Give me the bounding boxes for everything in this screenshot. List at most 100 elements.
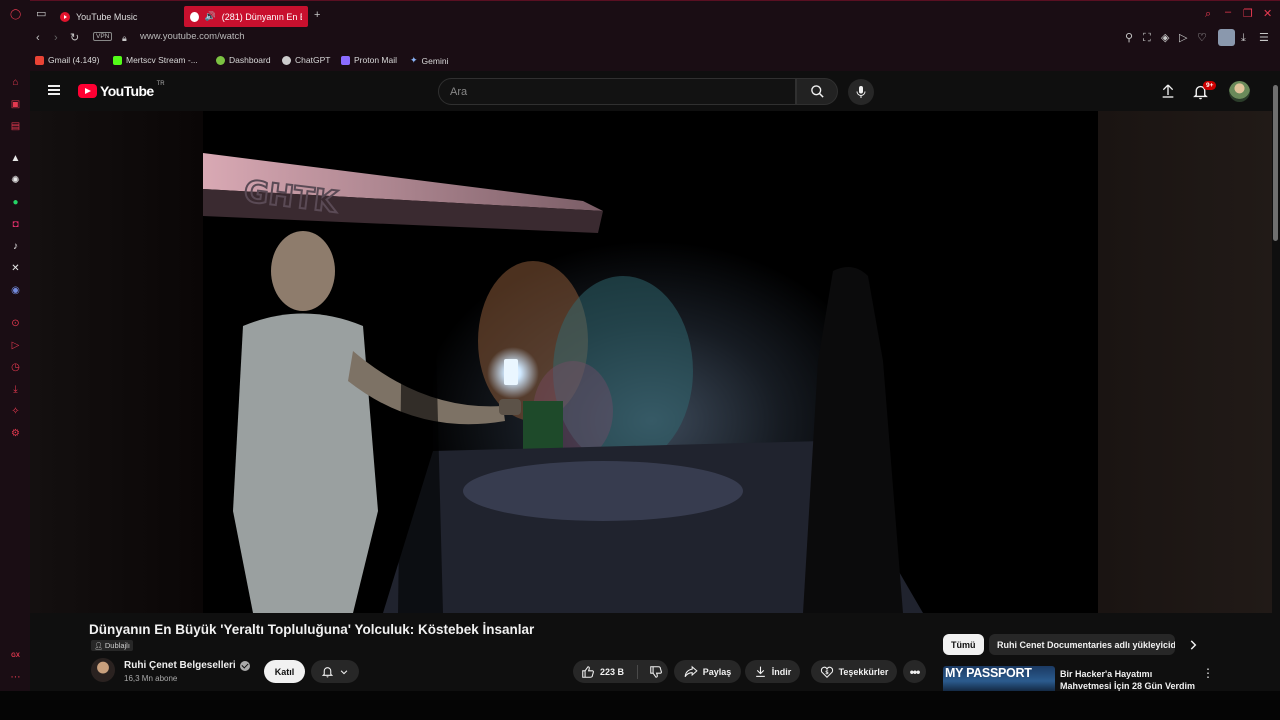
settings-icon[interactable]: ⚙ — [10, 428, 21, 439]
forward-icon[interactable]: › — [54, 32, 58, 44]
like-count[interactable]: 223 B — [600, 667, 624, 677]
lock-icon[interactable]: 🔒︎ — [122, 32, 127, 44]
join-button[interactable]: Katıl — [264, 660, 305, 683]
reload-icon[interactable]: ↻ — [70, 32, 79, 44]
download-button[interactable]: İndir — [745, 660, 800, 683]
proton-icon — [341, 55, 350, 65]
extensions-icon[interactable]: ✧ — [10, 406, 21, 417]
address-bar: ‹ › ↻ VPN 🔒︎ www.youtube.com/watch ⚲ ⛶ ◈… — [30, 29, 1280, 47]
discord-icon[interactable]: ◉ — [10, 285, 21, 296]
channel-name[interactable]: Ruhi Çenet Belgeselleri — [124, 660, 250, 671]
verified-icon — [239, 660, 250, 671]
youtube-tab-icon — [190, 11, 199, 22]
recommendation-thumbnail[interactable]: MY PASSPORT — [943, 666, 1055, 691]
thumbnail-text: MY PASSPORT — [945, 666, 1032, 680]
like-dislike-group: 223 B — [573, 660, 668, 683]
bookmark-kick[interactable]: Mertscv Stream -... — [113, 55, 198, 65]
download-label: İndir — [771, 666, 792, 677]
gmail-icon — [35, 55, 44, 65]
player-icon[interactable]: ▤ — [10, 121, 21, 132]
bookmark-gemini[interactable]: ✦ Gemini — [410, 55, 448, 66]
share-button[interactable]: Paylaş — [674, 660, 741, 683]
downloads-sidebar-icon[interactable]: ⤓ — [10, 384, 21, 395]
like-icon[interactable] — [581, 665, 595, 679]
dubbed-badge: 👤︎ Dublajlı — [91, 640, 133, 651]
search-button[interactable] — [796, 78, 838, 105]
bookmark-gmail[interactable]: Gmail (4.149) — [35, 55, 100, 65]
history-icon[interactable]: ◷ — [10, 362, 21, 373]
voice-search-button[interactable] — [848, 79, 874, 105]
url-field[interactable]: www.youtube.com/watch — [140, 31, 245, 42]
tiktok-icon[interactable]: ♪ — [10, 241, 21, 252]
more-actions-button[interactable]: ••• — [903, 660, 926, 683]
more-sidebar-icon[interactable]: ⋯ — [10, 672, 21, 683]
downloads-icon[interactable]: ⤓ — [1241, 32, 1246, 44]
create-button[interactable] — [1160, 83, 1176, 99]
search-tabs-icon[interactable]: ⌕ — [1205, 8, 1211, 20]
bookmark-label: Proton Mail — [354, 55, 397, 65]
dashboard-icon — [216, 55, 225, 65]
bookmark-chatgpt[interactable]: ChatGPT — [282, 55, 330, 65]
notification-badge: 9+ — [1203, 81, 1217, 90]
pin-icon[interactable]: ⚲ — [1125, 32, 1133, 44]
logo-region: TR — [156, 81, 165, 87]
recommendation-menu-icon[interactable]: ⋮ — [1202, 667, 1214, 679]
menu-icon[interactable] — [48, 85, 60, 95]
gx-corner-icon[interactable]: ⌂ — [10, 77, 21, 88]
snapshot-icon[interactable]: ⛶ — [1143, 32, 1151, 44]
tab-youtube-music[interactable]: YouTube Music — [54, 6, 176, 27]
speaker-icon[interactable]: 🔊 — [205, 11, 216, 22]
music-player-icon[interactable]: ⊙ — [10, 318, 21, 329]
restore-icon[interactable]: ❐ — [1243, 8, 1253, 20]
bookmark-dashboard[interactable]: Dashboard — [216, 55, 271, 65]
minimize-icon[interactable]: – — [1225, 6, 1231, 18]
x-twitter-icon[interactable]: ✕ — [10, 263, 21, 274]
subscriber-count: 16,3 Mn abone — [124, 674, 178, 683]
bookmark-proton-mail[interactable]: Proton Mail — [341, 55, 397, 65]
video-player[interactable]: GHTK — [203, 111, 1097, 613]
account-avatar[interactable] — [1229, 81, 1250, 102]
workspaces-icon[interactable]: ▭ — [36, 8, 46, 20]
close-window-icon[interactable]: ✕ — [1263, 8, 1272, 20]
chevron-down-icon — [340, 669, 348, 674]
opera-logo-icon[interactable]: ◯ — [10, 9, 21, 20]
subscription-bell-button[interactable] — [311, 660, 359, 683]
bookmark-label: Gemini — [421, 55, 449, 66]
share-icon — [684, 665, 698, 678]
instagram-icon[interactable]: ◘ — [10, 219, 21, 230]
easy-setup-icon[interactable]: ☰ — [1259, 32, 1269, 44]
back-icon[interactable]: ‹ — [36, 32, 40, 44]
vpn-badge[interactable]: VPN — [93, 32, 113, 41]
send-icon[interactable]: ▷ — [10, 340, 21, 351]
chip-all[interactable]: Tümü — [943, 634, 984, 655]
player-toolbar-icon[interactable]: ▷ — [1179, 32, 1187, 44]
recommendation-title[interactable]: Bir Hacker'a Hayatımı Mahvetmesi İçin 28… — [1060, 668, 1200, 692]
scrollbar-thumb[interactable] — [1273, 85, 1278, 241]
youtube-logo[interactable]: YouTube TR — [78, 81, 165, 99]
channel-avatar[interactable] — [91, 658, 115, 682]
download-icon — [755, 666, 765, 677]
whatsapp-icon[interactable]: ● — [10, 197, 21, 208]
chip-from-uploader[interactable]: Ruhi Cenet Documentaries adlı yükleyicid… — [989, 634, 1175, 655]
profile-avatar[interactable] — [1218, 29, 1235, 46]
chatgpt-sidebar-icon[interactable]: ✺ — [10, 175, 21, 186]
gx-label: GX — [11, 653, 20, 659]
twitch-icon[interactable]: ▣ — [10, 99, 21, 110]
heart-icon[interactable]: ♡ — [1197, 32, 1207, 44]
upload-icon — [1162, 84, 1174, 98]
page-scrollbar[interactable] — [1272, 71, 1280, 691]
tab-current-video[interactable]: 🔊 (281) Dünyanın En Büy — [184, 6, 308, 27]
youtube-music-icon — [60, 11, 70, 22]
video-title: Dünyanın En Büyük 'Yeraltı Topluluğuna' … — [89, 622, 535, 637]
svg-text:$: $ — [825, 669, 829, 675]
search-input[interactable] — [439, 79, 795, 104]
aria-icon[interactable]: ▲ — [10, 153, 21, 164]
new-tab-icon[interactable]: + — [314, 9, 320, 21]
shield-icon[interactable]: ◈ — [1161, 32, 1169, 44]
bookmark-label: Dashboard — [229, 55, 271, 65]
thanks-button[interactable]: $ Teşekkürler — [811, 660, 897, 683]
search-box — [438, 78, 796, 105]
tab-title: (281) Dünyanın En Büy — [221, 11, 302, 22]
dislike-icon[interactable] — [649, 665, 663, 679]
chips-next-button[interactable] — [1186, 638, 1202, 654]
